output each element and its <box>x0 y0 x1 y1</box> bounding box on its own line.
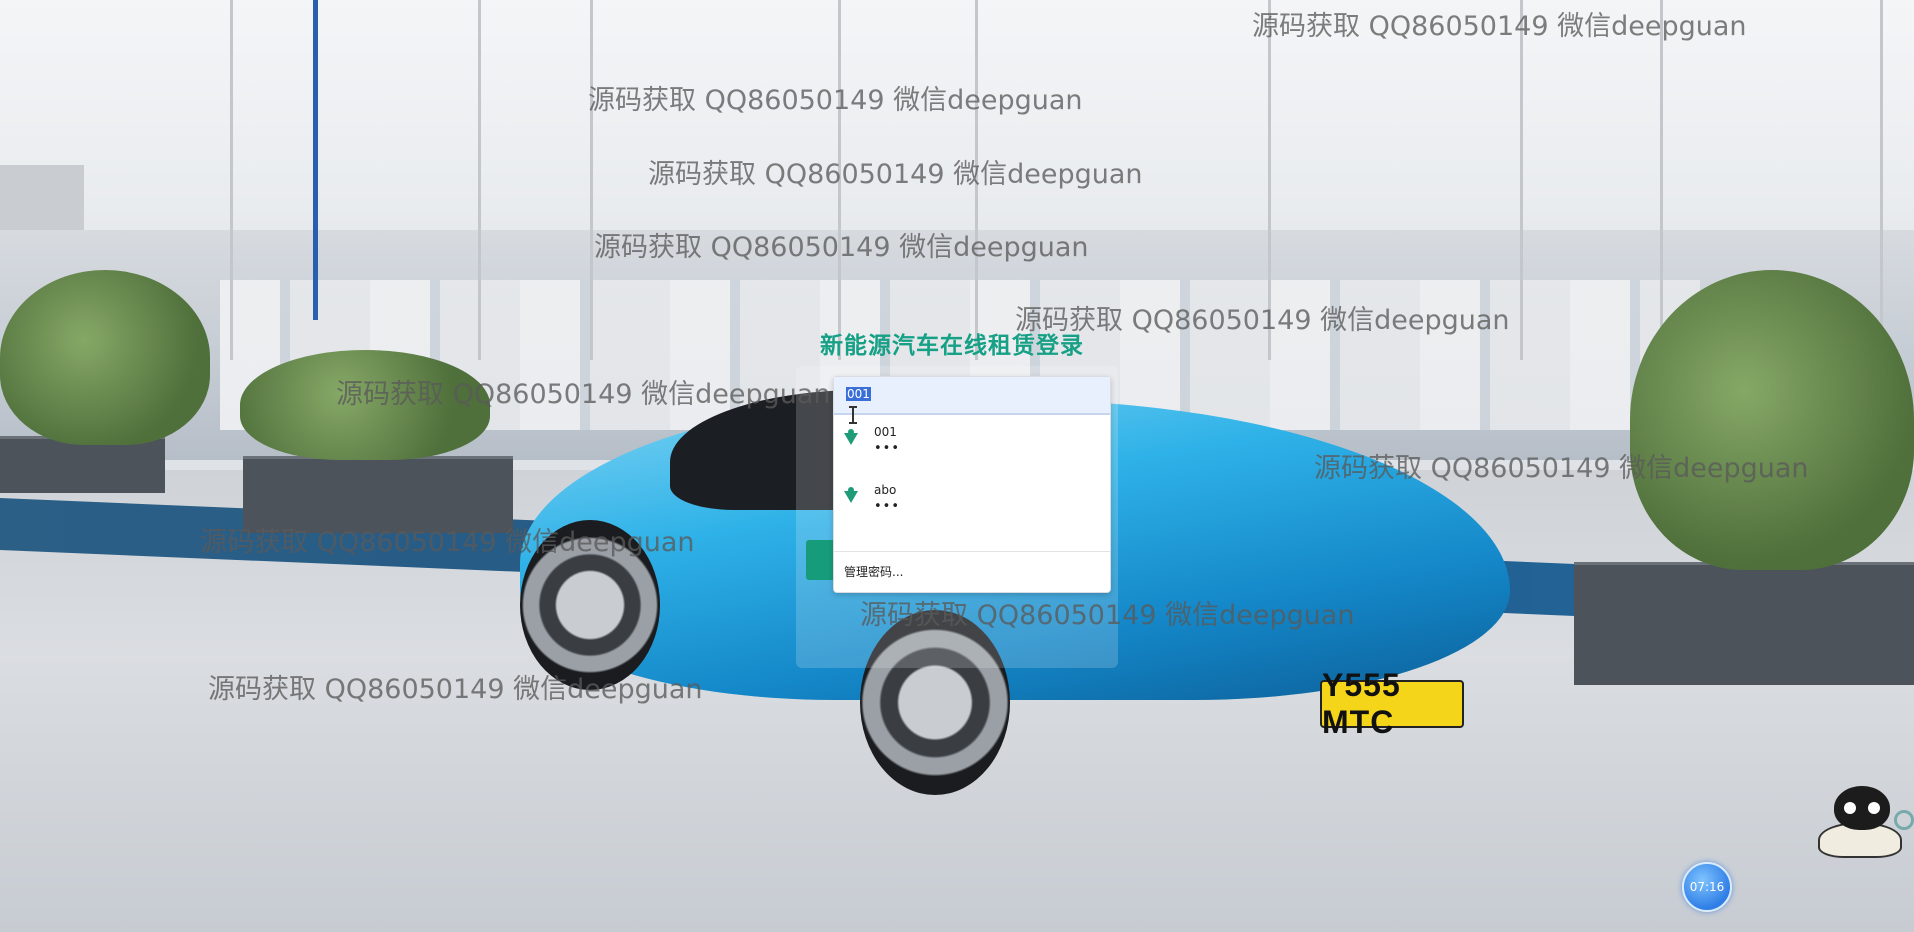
mast <box>230 0 233 360</box>
saved-username: 001 <box>874 425 897 439</box>
saved-password-mask: ••• <box>874 441 901 456</box>
clock-bubble[interactable]: 07:16 <box>1682 862 1732 912</box>
watermark: 源码获取 QQ86050149 微信deepguan <box>594 232 1089 263</box>
mast <box>590 0 593 360</box>
watermark: 源码获取 QQ86050149 微信deepguan <box>200 527 695 558</box>
key-icon <box>844 487 858 503</box>
watermark: 源码获取 QQ86050149 微信deepguan <box>1252 11 1747 42</box>
planter <box>1574 562 1914 685</box>
bush <box>0 270 210 445</box>
text-cursor <box>849 406 857 424</box>
login-button[interactable] <box>806 540 836 580</box>
watermark: 源码获取 QQ86050149 微信deepguan <box>208 674 703 705</box>
mascot-eye <box>1844 802 1856 814</box>
mast <box>478 0 481 360</box>
watermark: 源码获取 QQ86050149 微信deepguan <box>1314 453 1809 484</box>
username-input-value: 001 <box>846 387 871 401</box>
saved-credential-item[interactable]: abo ••• <box>834 475 1110 529</box>
saved-username: abo <box>874 483 897 497</box>
autocomplete-dropdown: 001 001 ••• abo ••• 管理密码... <box>833 376 1111 593</box>
watermark: 源码获取 QQ86050149 微信deepguan <box>860 600 1355 631</box>
saved-password-mask: ••• <box>874 499 901 514</box>
mascot-ring <box>1894 810 1914 830</box>
mascot-eye <box>1868 802 1880 814</box>
mast <box>1520 0 1523 360</box>
mast <box>1660 0 1663 360</box>
dropdown-divider <box>834 551 1110 552</box>
watermark: 源码获取 QQ86050149 微信deepguan <box>588 85 1083 116</box>
saved-credential-item[interactable]: 001 ••• <box>834 417 1110 471</box>
license-plate: Y555 MTC <box>1320 667 1464 740</box>
cat-mascot-icon[interactable] <box>1812 782 1914 858</box>
watermark: 源码获取 QQ86050149 微信deepguan <box>648 159 1143 190</box>
manage-passwords-link[interactable]: 管理密码... <box>844 563 903 580</box>
watermark: 源码获取 QQ86050149 微信deepguan <box>1015 305 1510 336</box>
bush <box>1630 270 1914 570</box>
mascot-head <box>1834 786 1890 830</box>
mast <box>313 0 318 320</box>
mast <box>1880 0 1883 360</box>
watermark: 源码获取 QQ86050149 微信deepguan <box>336 379 831 410</box>
key-icon <box>844 429 858 445</box>
username-input[interactable]: 001 <box>834 377 1110 415</box>
